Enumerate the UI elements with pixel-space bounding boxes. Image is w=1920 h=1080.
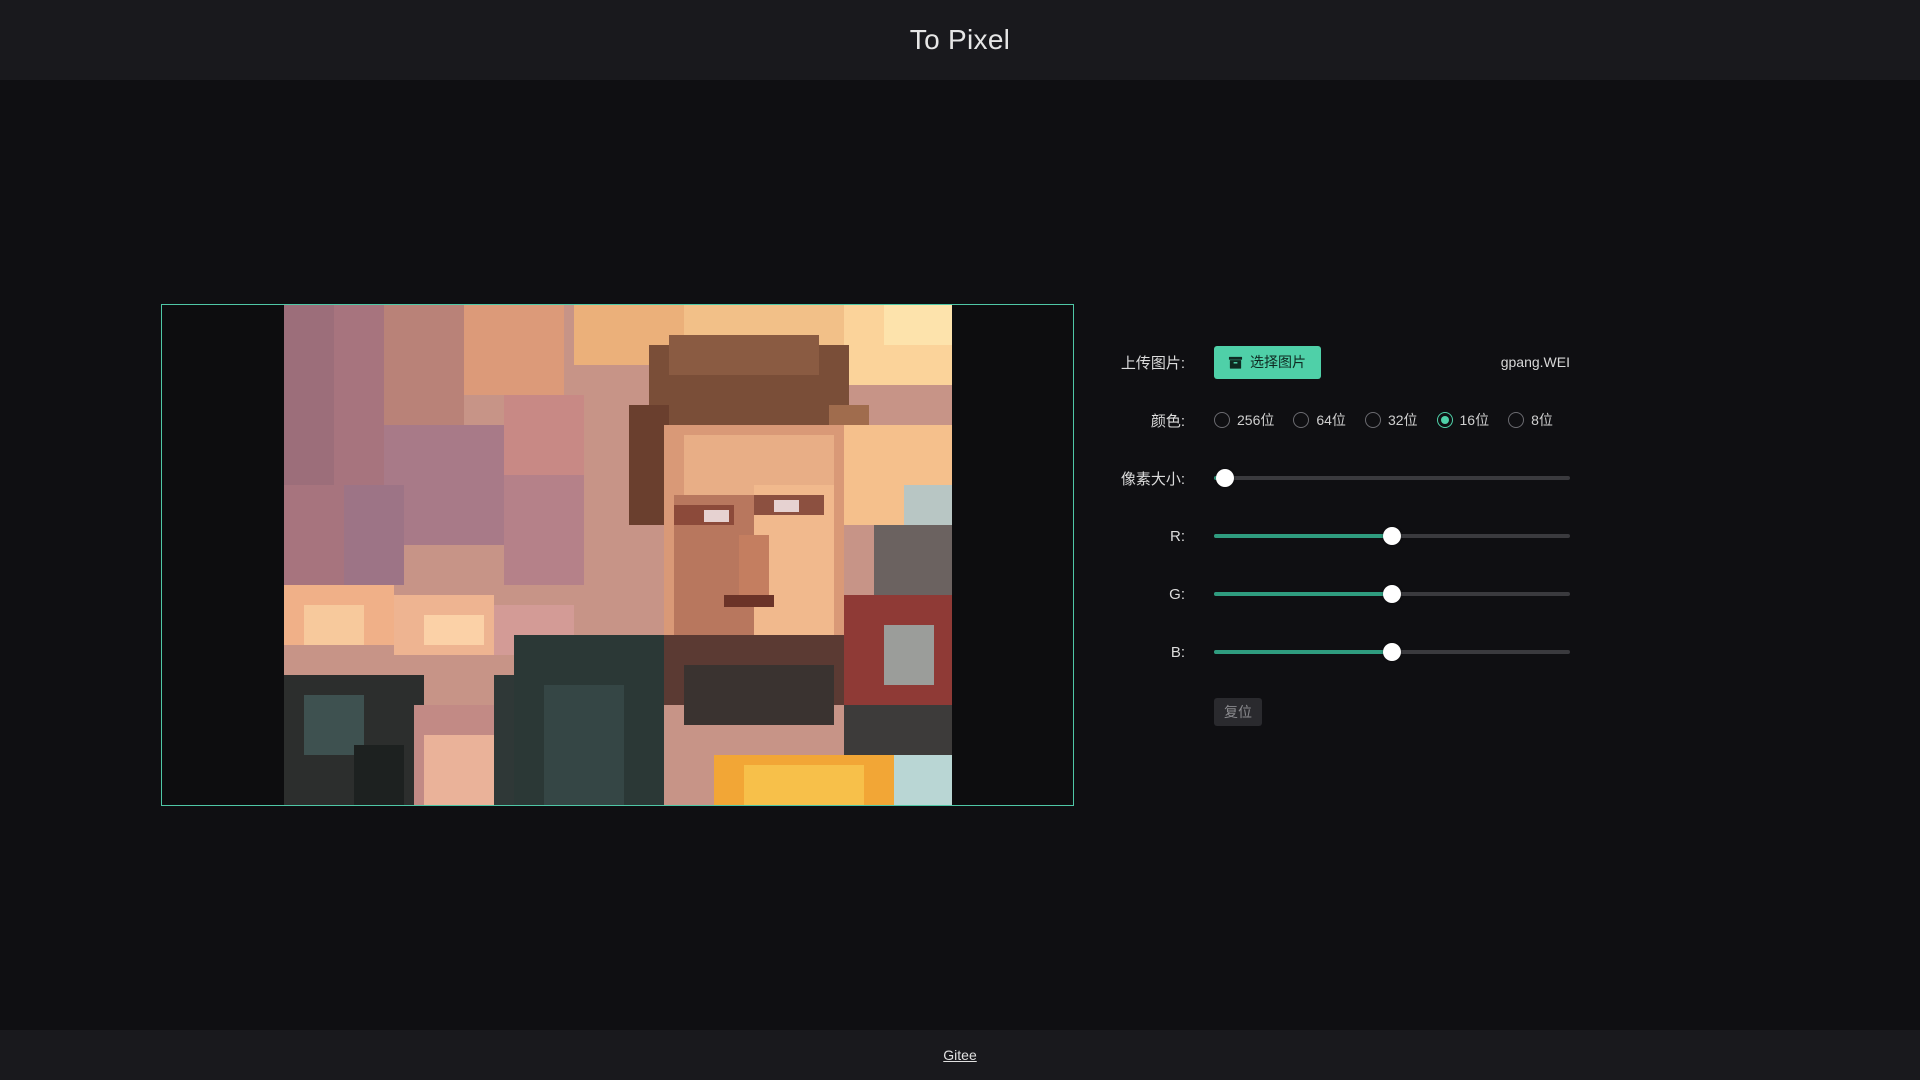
radio-label: 8位 (1531, 412, 1553, 428)
r-slider[interactable] (1214, 526, 1570, 546)
color-radio-group: 256位 64位 32位 16位 8位 (1214, 410, 1572, 430)
radio-label: 256位 (1237, 412, 1275, 428)
reset-content: 复位 (1214, 694, 1580, 730)
radio-color-8[interactable]: 8位 (1508, 410, 1553, 430)
upload-row: 上传图片: 选择图片 gpang.WEI (1100, 344, 1580, 380)
color-label: 颜色: (1150, 412, 1185, 430)
g-row: G: (1100, 576, 1580, 612)
radio-color-32[interactable]: 32位 (1364, 410, 1418, 430)
pixel-art-svg (284, 305, 952, 805)
slider-track (1214, 534, 1392, 538)
g-slider[interactable] (1214, 584, 1570, 604)
slider-handle[interactable] (1215, 469, 1234, 487)
radio-color-64[interactable]: 64位 (1293, 410, 1346, 430)
color-row: 颜色: 256位 64位 32位 16位 8位 (1100, 402, 1580, 438)
r-row: R: (1100, 518, 1580, 554)
radio-circle-icon[interactable] (1214, 412, 1230, 428)
b-slider[interactable] (1214, 642, 1570, 662)
radio-label: 64位 (1316, 412, 1346, 428)
archive-icon (1228, 356, 1243, 369)
slider-handle[interactable] (1383, 585, 1401, 603)
g-content (1214, 576, 1580, 612)
radio-label: 16位 (1459, 412, 1490, 428)
b-content (1214, 634, 1580, 670)
slider-handle[interactable] (1383, 643, 1401, 661)
radio-label: 32位 (1387, 412, 1418, 428)
app-footer: Gitee (0, 1030, 1920, 1080)
r-label: R: (1170, 527, 1185, 545)
upload-label: 上传图片: (1120, 354, 1185, 372)
preview-canvas (161, 304, 1074, 806)
slider-track (1214, 650, 1392, 654)
slider-rail (1214, 476, 1570, 480)
pixelated-image (284, 305, 952, 805)
slider-handle[interactable] (1383, 527, 1401, 545)
r-content (1214, 518, 1580, 554)
upload-content: 选择图片 gpang.WEI (1214, 344, 1580, 380)
app-title: To Pixel (909, 24, 1011, 55)
reset-button[interactable]: 复位 (1214, 698, 1262, 726)
radio-color-16[interactable]: 16位 (1436, 410, 1490, 430)
reset-row: 复位 (1100, 694, 1580, 730)
gitee-link[interactable]: Gitee (943, 1047, 976, 1063)
pixel-size-slider[interactable] (1214, 468, 1570, 488)
choose-image-label: 选择图片 (1250, 354, 1306, 370)
pixel-size-content (1214, 460, 1580, 496)
g-label: G: (1169, 585, 1185, 603)
radio-circle-icon[interactable] (1508, 412, 1525, 428)
choose-image-button[interactable]: 选择图片 (1214, 345, 1321, 379)
app-header: To Pixel (0, 0, 1920, 80)
pixel-size-label: 像素大小: (1120, 470, 1185, 488)
radio-circle-icon[interactable] (1364, 412, 1381, 428)
radio-color-256[interactable]: 256位 (1214, 410, 1274, 430)
color-content: 256位 64位 32位 16位 8位 (1214, 402, 1580, 438)
pixel-size-row: 像素大小: (1100, 460, 1580, 496)
radio-circle-checked-icon[interactable] (1436, 412, 1453, 428)
slider-track (1214, 592, 1392, 596)
b-row: B: (1100, 634, 1580, 670)
filename-text: gpang.WEI (1500, 354, 1570, 370)
radio-circle-icon[interactable] (1293, 412, 1310, 428)
b-label: B: (1170, 643, 1185, 661)
